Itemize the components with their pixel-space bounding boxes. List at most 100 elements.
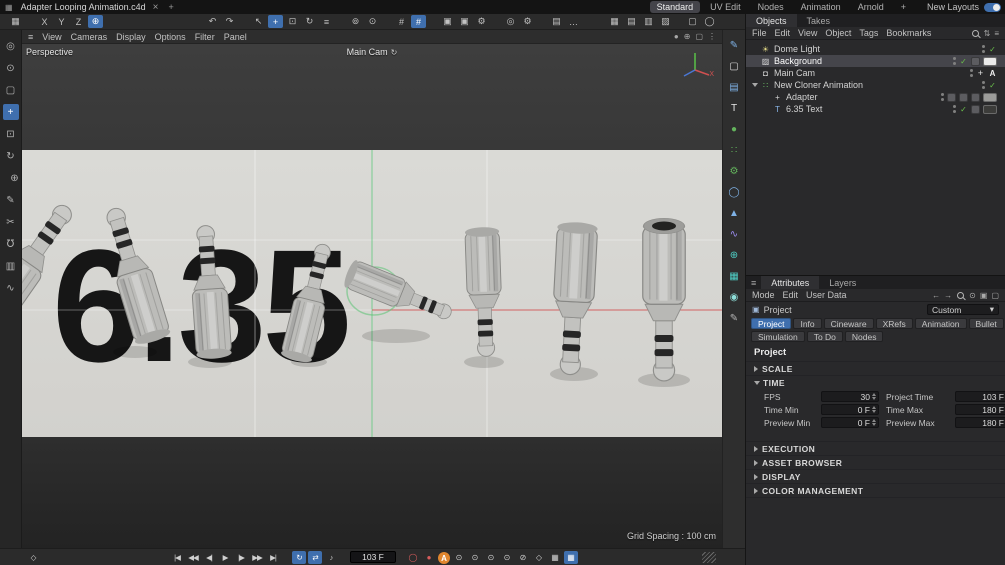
attr-tab-cineware[interactable]: Cineware (823, 318, 874, 329)
snap-keys-button[interactable]: ▦ (564, 551, 578, 564)
autokey-button[interactable]: A (438, 552, 450, 564)
coord-system-button[interactable]: ⊕ (88, 15, 103, 28)
float-window-icon[interactable]: ▢ (991, 291, 999, 300)
enabled-check-icon[interactable]: ✓ (988, 45, 997, 54)
workplane-icon[interactable]: ▦ (8, 15, 23, 28)
range-mode-button[interactable]: ⇄ (308, 551, 322, 564)
axis-z-button[interactable]: Z (71, 15, 86, 28)
objects-menu-item[interactable]: Edit (775, 28, 791, 38)
dynamics-icon[interactable]: ⚙ (727, 164, 742, 179)
object-row-dome-light[interactable]: ☀ Dome Light ✓ (746, 43, 1005, 55)
move-tool-button[interactable]: + (268, 15, 283, 28)
hud-icon[interactable]: ● (674, 32, 679, 41)
cloner-icon[interactable]: ∷ (727, 143, 742, 158)
next-key-button[interactable]: ▶▶ (250, 551, 264, 564)
axis-lock-icon[interactable]: ⊕ (7, 170, 23, 186)
keyframe-selection-button[interactable]: ◇ (532, 551, 546, 564)
quantize-button[interactable]: # (411, 15, 426, 28)
solo-button[interactable]: ◎ (503, 15, 518, 28)
annotation-icon[interactable]: ✎ (727, 311, 742, 326)
layout-tab-uvedit[interactable]: UV Edit (703, 1, 748, 13)
rotate-tool-icon[interactable]: ↻ (3, 148, 19, 164)
current-frame-field[interactable]: 103 F (350, 551, 396, 563)
scale-tool-button[interactable]: ⊡ (285, 15, 300, 28)
attributes-menu-item[interactable]: Mode (752, 290, 775, 300)
layout-split-1-button[interactable]: ▦ (607, 15, 622, 28)
enabled-check-icon[interactable]: ✓ (959, 57, 968, 66)
undo-button[interactable]: ↶ (205, 15, 220, 28)
attribute-section[interactable]: DISPLAY (746, 469, 1005, 483)
spinner-arrows-icon[interactable] (872, 419, 876, 426)
adapter-plug-4[interactable] (279, 240, 341, 365)
cube-primitive-icon[interactable]: ▢ (727, 59, 742, 74)
attribute-section[interactable]: EXECUTION (746, 441, 1005, 455)
attr-tab-bullet[interactable]: Bullet (968, 318, 1004, 329)
tab-attributes[interactable]: Attributes (761, 276, 820, 289)
brush-tool-icon[interactable]: ✎ (3, 192, 19, 208)
render-settings-button[interactable]: ⚙ (474, 15, 489, 28)
attribute-section[interactable]: COLOR MANAGEMENT (746, 483, 1005, 497)
text-object-icon[interactable]: T (727, 101, 742, 116)
history-forward-icon[interactable]: → (944, 291, 952, 300)
attr-tab-xrefs[interactable]: XRefs (875, 318, 913, 329)
material-icon[interactable]: ◉ (727, 290, 742, 305)
record-scale-button[interactable]: ⊙ (468, 551, 482, 564)
layout-tab-standard[interactable]: Standard (649, 1, 701, 13)
panel-toggle-button[interactable]: ▢ (685, 15, 700, 28)
layout-split-2-button[interactable]: ▤ (624, 15, 639, 28)
viewport-menu-item[interactable]: Cameras (71, 32, 108, 42)
attr-tab-todo[interactable]: To Do (806, 331, 843, 342)
simulate-button[interactable]: ⊚ (348, 15, 363, 28)
viewport-menu-icon[interactable]: ≡ (28, 32, 33, 42)
viewport-layout-icon[interactable]: ▢ (695, 32, 703, 41)
object-row-adapter[interactable]: + Adapter (746, 91, 1005, 103)
record-rotation-button[interactable]: ⊙ (484, 551, 498, 564)
adapter-plug-3[interactable] (186, 223, 233, 361)
viewport-menu-item[interactable]: Options (155, 32, 186, 42)
knife-tool-icon[interactable]: ✂ (3, 214, 19, 230)
search-icon[interactable] (956, 291, 965, 300)
record-position-button[interactable]: ⊙ (452, 551, 466, 564)
viewport-menu-item[interactable]: Filter (195, 32, 215, 42)
section-time[interactable]: TIME (746, 375, 1005, 389)
number-input[interactable]: 180 F (955, 404, 1005, 415)
camera-swap-icon[interactable]: ↻ (391, 48, 398, 57)
object-row-main-cam[interactable]: ◘ Main Cam + A (746, 67, 1005, 79)
objects-menu-item[interactable]: Tags (859, 28, 878, 38)
view-label[interactable]: Perspective (26, 47, 73, 57)
layout-tab-arnold[interactable]: Arnold (851, 1, 891, 13)
expand-arrow-icon[interactable] (751, 83, 758, 87)
record-ring-button[interactable]: ◯ (406, 551, 420, 564)
objects-menu-item[interactable]: Bookmarks (886, 28, 931, 38)
layout-tab-add[interactable]: + (894, 1, 913, 13)
lock-icon[interactable]: ▣ (980, 291, 988, 300)
object-row-background[interactable]: ▨ Background ✓ (746, 55, 1005, 67)
tab-objects[interactable]: Objects (746, 14, 797, 27)
viewport-canvas[interactable]: 6.35 (22, 44, 722, 548)
sort-icon[interactable]: ⇅ (984, 29, 991, 38)
new-layouts-label[interactable]: New Layouts (927, 2, 979, 12)
visibility-dots[interactable] (953, 105, 956, 113)
visibility-dots[interactable] (982, 45, 985, 53)
number-input[interactable]: 30 (821, 391, 879, 402)
selection-tool-icon[interactable]: ⊙ (3, 60, 19, 76)
pin-icon[interactable]: ⊙ (969, 291, 976, 300)
filter-icon[interactable]: ≡ (994, 29, 999, 38)
axis-x-button[interactable]: X (37, 15, 52, 28)
alignment-tag-icon[interactable]: A (988, 69, 997, 78)
project-settings-button[interactable]: ⚙ (520, 15, 535, 28)
spinner-arrows-icon[interactable] (872, 406, 876, 413)
sound-toggle-button[interactable]: ♪ (324, 551, 338, 564)
keyframe-presets-button[interactable]: ▦ (548, 551, 562, 564)
layouts-toggle[interactable] (984, 2, 1001, 12)
spline-pen-icon[interactable]: ✎ (727, 38, 742, 53)
material-swatch[interactable] (983, 56, 997, 66)
object-row-635-text[interactable]: T 6.35 Text ✓ (746, 103, 1005, 115)
target-tag-icon[interactable]: + (976, 68, 985, 78)
attr-tab-info[interactable]: Info (793, 318, 822, 329)
number-input[interactable]: 0 F (821, 417, 879, 428)
move-tool-icon[interactable]: + (2, 104, 19, 120)
scale-tool-icon[interactable]: ⊡ (3, 126, 19, 142)
number-input[interactable]: 103 F (955, 391, 1005, 402)
prev-key-button[interactable]: ◀◀ (186, 551, 200, 564)
